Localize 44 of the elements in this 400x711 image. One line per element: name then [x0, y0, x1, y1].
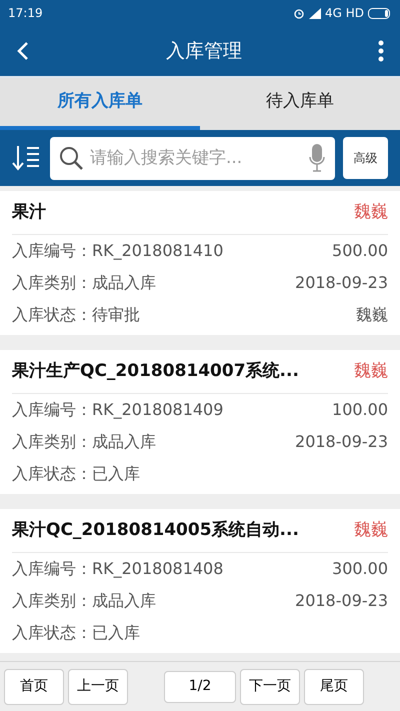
record-field: 入库类别：成品入库	[12, 271, 156, 295]
record-card[interactable]: 果汁生产QC_20180814007系统... 魏巍 入库编号：RK_2018081409 100.00 入库类别：成品入库 2018-09-23 入库状态：已入库	[0, 350, 400, 494]
header-title: 入库管理	[165, 38, 243, 64]
alarm-icon	[292, 7, 305, 19]
record-title: 果汁	[12, 200, 46, 224]
record-value: 100.00	[332, 399, 388, 421]
previous-page-button[interactable]: 上一页	[68, 668, 128, 704]
record-value: 2018-09-23	[295, 431, 388, 453]
record-field: 入库编号：RK_2018081410	[12, 239, 224, 263]
record-value: 2018-09-23	[295, 272, 388, 294]
network-label: 4G HD	[324, 5, 364, 22]
record-field: 入库状态：已入库	[12, 621, 140, 645]
record-field: 入库类别：成品入库	[12, 589, 156, 613]
record-field: 入库类别：成品入库	[12, 430, 156, 454]
first-page-button[interactable]: 首页	[4, 668, 64, 704]
record-value: 300.00	[332, 558, 388, 580]
page-indicator: 1/2	[164, 670, 236, 702]
record-value: 500.00	[332, 240, 388, 262]
record-field: 入库编号：RK_2018081408	[12, 557, 224, 581]
advanced-button[interactable]: 高级	[343, 137, 388, 179]
record-title: 果汁QC_20180814005系统自动...	[12, 518, 299, 542]
status-time: 17:19	[8, 5, 43, 22]
record-field: 入库状态：待审批	[12, 303, 140, 327]
record-field: 入库状态：已入库	[12, 462, 140, 486]
record-card[interactable]: 果汁 魏巍 入库编号：RK_2018081410 500.00 入库类别：成品入库 2018-09-23 入库状态：待审批 魏巍	[0, 191, 400, 335]
last-page-button[interactable]: 尾页	[304, 668, 364, 704]
search-icon	[58, 144, 84, 170]
record-card[interactable]: 果汁QC_20180814005系统自动... 魏巍 入库编号：RK_2018081408 300.00 入库类别：成品入库 2018-09-23 入库状态：已入库	[0, 509, 400, 653]
more-icon[interactable]	[378, 40, 384, 62]
sort-icon[interactable]	[12, 144, 42, 172]
record-title: 果汁生产QC_20180814007系统...	[12, 360, 299, 383]
record-value: 魏巍	[356, 304, 388, 326]
next-page-button[interactable]: 下一页	[240, 668, 300, 704]
record-person: 魏巍	[354, 200, 388, 224]
search-field[interactable]: 请输入搜索关键字...	[50, 136, 335, 180]
record-field: 入库编号：RK_2018081409	[12, 398, 224, 422]
record-person: 魏巍	[354, 518, 388, 542]
back-icon[interactable]	[16, 41, 30, 61]
signal-icon	[308, 8, 321, 18]
record-person: 魏巍	[354, 360, 388, 383]
tab[interactable]: 待入库单	[200, 78, 400, 130]
record-value: 2018-09-23	[295, 590, 388, 612]
microphone-icon[interactable]	[308, 142, 326, 172]
battery-icon	[368, 8, 392, 18]
